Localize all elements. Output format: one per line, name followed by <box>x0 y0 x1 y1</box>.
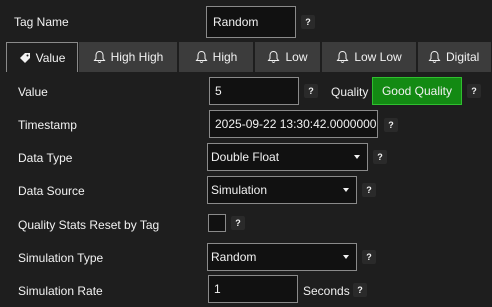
tab-high-high[interactable]: High High <box>79 42 178 72</box>
simulation-type-dropdown[interactable]: Random <box>207 243 357 271</box>
simulation-rate-label: Simulation Rate <box>18 284 103 298</box>
quality-help-button[interactable]: ? <box>467 84 481 98</box>
bell-icon <box>267 50 280 63</box>
tab-low-label: Low <box>285 50 308 64</box>
bell-icon <box>93 50 106 63</box>
timestamp-label: Timestamp <box>18 118 77 132</box>
data-type-label: Data Type <box>18 151 73 165</box>
quality-stats-reset-label: Quality Stats Reset by Tag <box>18 218 160 232</box>
data-type-dropdown[interactable]: Double Float <box>207 143 368 171</box>
data-source-dropdown[interactable]: Simulation <box>207 176 357 204</box>
tag-name-input[interactable]: Random <box>206 6 296 38</box>
simulation-type-help-button[interactable]: ? <box>362 250 376 264</box>
value-input[interactable]: 5 <box>209 77 299 105</box>
tab-digital-label: Digital <box>446 50 480 64</box>
bell-icon <box>195 50 208 63</box>
simulation-type-value: Random <box>211 250 257 264</box>
simulation-type-label: Simulation Type <box>18 251 104 265</box>
data-source-help-button[interactable]: ? <box>362 183 376 197</box>
chevron-down-icon <box>343 188 349 192</box>
tab-high-high-label: High High <box>110 50 164 64</box>
tab-low-low-label: Low Low <box>354 50 402 64</box>
timestamp-help-button[interactable]: ? <box>384 118 398 132</box>
value-label: Value <box>18 85 48 99</box>
tab-value[interactable]: Value <box>6 42 78 72</box>
tag-name-help-button[interactable]: ? <box>301 15 315 29</box>
timestamp-input[interactable]: 2025-09-22 13:30:42.0000000 <box>209 110 378 138</box>
quality-label: Quality <box>331 85 369 99</box>
tab-value-label: Value <box>35 50 66 65</box>
tab-low-low[interactable]: Low Low <box>322 42 417 72</box>
chevron-down-icon <box>343 255 349 259</box>
bell-icon <box>336 50 349 63</box>
tab-high[interactable]: High <box>179 42 254 72</box>
data-type-value: Double Float <box>211 150 280 164</box>
tag-icon <box>19 52 30 63</box>
quality-stats-reset-help-button[interactable]: ? <box>231 216 245 230</box>
tab-digital[interactable]: Digital <box>418 42 492 72</box>
bell-icon <box>428 50 441 63</box>
tab-bar: Value High High High Low Low Low Digital <box>0 42 492 72</box>
simulation-rate-help-button[interactable]: ? <box>353 283 367 297</box>
data-source-label: Data Source <box>18 184 85 198</box>
data-source-value: Simulation <box>211 183 268 197</box>
tag-name-label: Tag Name <box>14 15 69 29</box>
value-help-button[interactable]: ? <box>304 84 318 98</box>
simulation-rate-unit: Seconds <box>303 284 350 298</box>
chevron-down-icon <box>354 155 360 159</box>
simulation-rate-input[interactable]: 1 <box>208 275 298 303</box>
tab-high-label: High <box>212 50 238 64</box>
quality-status-badge: Good Quality <box>372 77 462 105</box>
tab-low[interactable]: Low <box>255 42 321 72</box>
data-type-help-button[interactable]: ? <box>373 150 387 164</box>
quality-stats-reset-checkbox[interactable] <box>208 214 226 232</box>
